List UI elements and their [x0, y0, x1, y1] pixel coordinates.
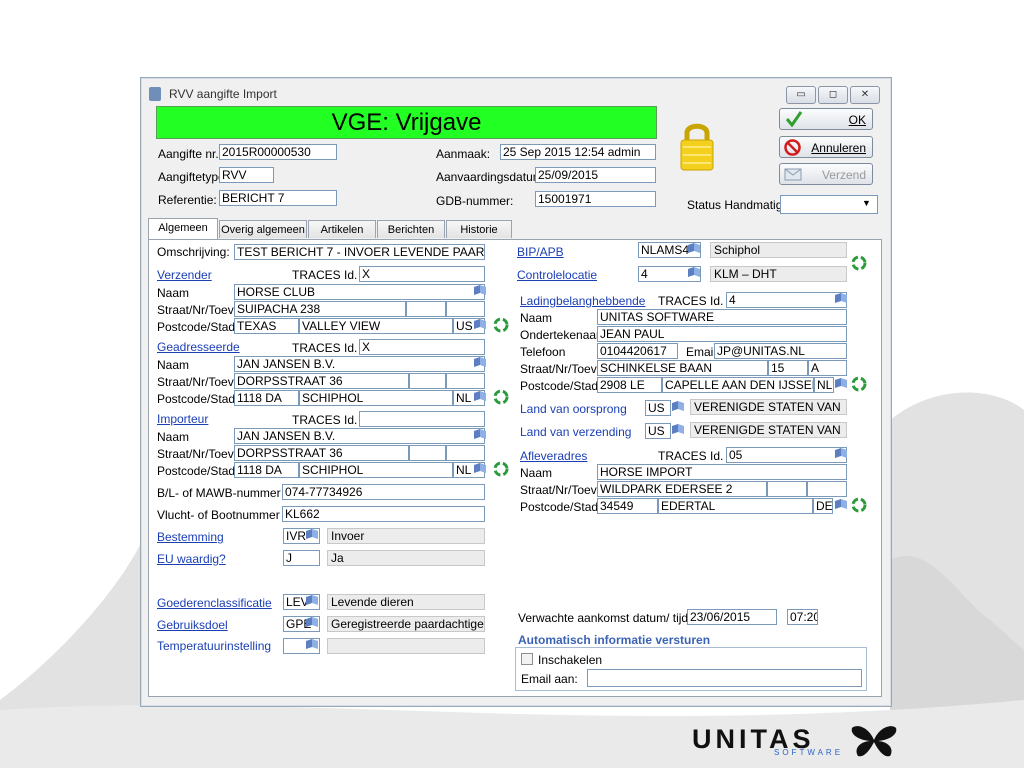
butterfly-icon	[851, 726, 897, 757]
lookup-book-icon[interactable]	[306, 529, 318, 539]
lookup-book-icon[interactable]	[474, 429, 486, 439]
lookup-book-icon[interactable]	[474, 357, 486, 367]
lookup-book-icon[interactable]	[306, 617, 318, 627]
recycle-icon[interactable]	[851, 255, 867, 271]
lookup-book-icon[interactable]	[306, 639, 318, 649]
recycle-icon[interactable]	[851, 376, 867, 392]
lookup-book-icon[interactable]	[474, 463, 486, 473]
lookup-book-icon[interactable]	[835, 378, 847, 388]
recycle-icon[interactable]	[493, 317, 509, 333]
lookup-book-icon[interactable]	[672, 401, 684, 411]
recycle-icon[interactable]	[493, 461, 509, 477]
lookup-book-icon[interactable]	[306, 595, 318, 605]
lookup-book-icon[interactable]	[835, 448, 847, 458]
lookup-book-icon[interactable]	[672, 424, 684, 434]
brand-logo: UNITAS SOFTWARE	[692, 724, 902, 758]
brand-logo-sub: SOFTWARE	[774, 748, 844, 757]
recycle-icon[interactable]	[493, 389, 509, 405]
lookup-book-icon[interactable]	[835, 293, 847, 303]
lookup-book-icon[interactable]	[474, 391, 486, 401]
lookup-icon-layer	[306, 243, 867, 649]
lookup-book-icon[interactable]	[688, 243, 700, 253]
recycle-icon[interactable]	[851, 497, 867, 513]
lookup-book-icon[interactable]	[688, 267, 700, 277]
lookup-book-icon[interactable]	[835, 499, 847, 509]
main-window: RVV aangifte Import ▭ ◻ ✕ VGE: Vrijgave …	[140, 77, 892, 707]
lookup-book-icon[interactable]	[474, 285, 486, 295]
lookup-book-icon[interactable]	[474, 319, 486, 329]
